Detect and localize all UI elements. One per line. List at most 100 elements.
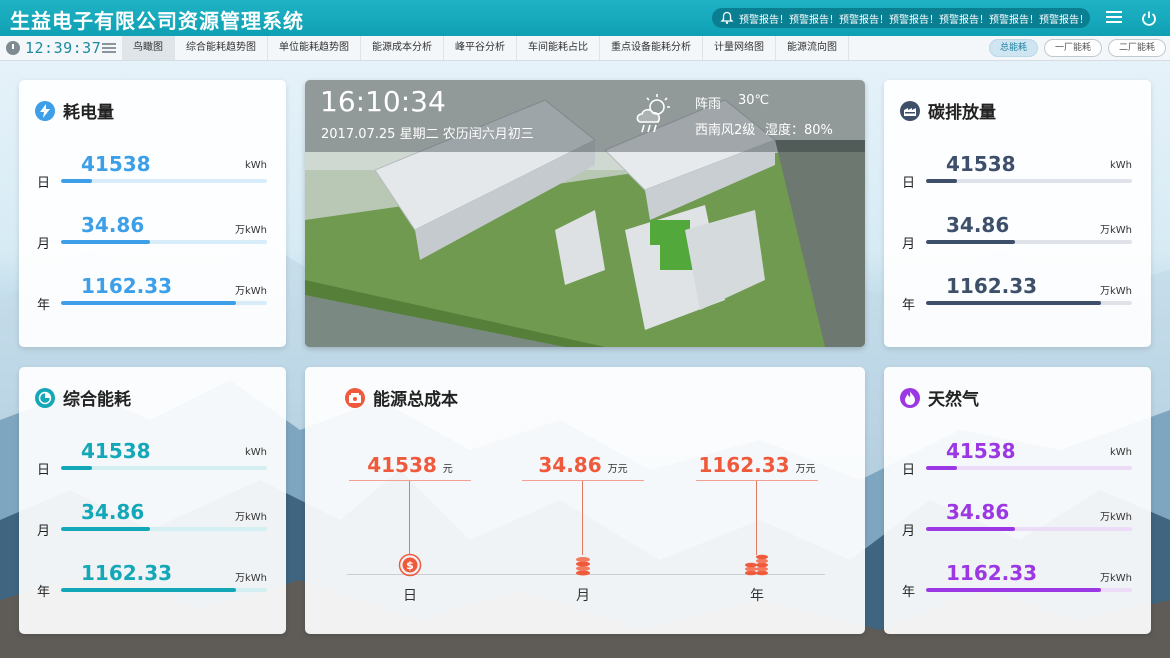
metric-row: 月 34.86 万kWh — [35, 213, 267, 253]
weather-condition: 阵雨 — [695, 97, 722, 112]
metric-label: 年 — [902, 585, 916, 600]
metric-unit: 万kWh — [234, 286, 267, 297]
metric-unit: kWh — [244, 160, 267, 171]
progress-fill — [61, 527, 150, 531]
menu-icon[interactable] — [1106, 11, 1122, 25]
progress-track — [926, 466, 1132, 470]
card-title: 综合能耗 — [63, 390, 131, 410]
campus-aerial-view[interactable]: 16:10:34 2017.07.25 星期二 农历闰六月初三 阵雨 30℃ 西… — [305, 80, 865, 347]
card-title: 碳排放量 — [928, 103, 996, 123]
metric-unit: 万kWh — [234, 225, 267, 236]
coin-stack-icon — [576, 557, 590, 576]
energy-card: 综合能耗 日 41538 kWh 月 34.86 万kWh 年 1162.33 … — [19, 367, 286, 634]
app-header: 生益电子有限公司资源管理系统 预警报告！预警报告！预警报告！预警报告！预警报告！… — [0, 0, 1170, 36]
progress-track — [926, 240, 1132, 244]
wind: 西南风2级 — [695, 123, 756, 138]
cost-value: 34.86 — [538, 453, 602, 477]
metric-value: 1162.33 — [81, 561, 173, 585]
metric-label: 月 — [37, 237, 51, 252]
progress-fill — [926, 588, 1102, 592]
progress-fill — [61, 179, 92, 183]
coin-stacks-icon — [745, 554, 768, 576]
total-energy-button[interactable]: 总能耗 — [988, 39, 1038, 57]
metric-row: 日 41538 kWh — [35, 152, 267, 192]
metric-unit: kWh — [244, 447, 267, 458]
metric-row: 日 41538 kWh — [900, 439, 1132, 479]
metric-row: 年 1162.33 万kWh — [35, 561, 267, 601]
clock-icon — [6, 41, 20, 55]
metric-unit: 万kWh — [1099, 225, 1132, 236]
cost-unit: 万元 — [607, 464, 628, 475]
progress-track — [61, 179, 267, 183]
metric-value: 34.86 — [946, 213, 1010, 237]
tab-cost-analysis[interactable]: 能源成本分析 — [361, 36, 444, 60]
tab-key-equipment[interactable]: 重点设备能耗分析 — [600, 36, 703, 60]
alert-text: 预警报告！预警报告！预警报告！预警报告！预警报告！预警报告！预警报告！ — [739, 14, 1089, 26]
metric-row: 月 34.86 万kWh — [900, 213, 1132, 253]
metric-row: 日 41538 kWh — [35, 439, 267, 479]
clock-display: 16:10:34 — [320, 85, 446, 118]
money-icon — [345, 387, 365, 408]
metric-value: 41538 — [946, 439, 1016, 463]
progress-fill — [61, 301, 237, 305]
progress-track — [926, 588, 1132, 592]
metric-label: 年 — [902, 298, 916, 313]
pie-icon — [35, 387, 55, 408]
metric-label: 月 — [37, 524, 51, 539]
list-icon[interactable] — [102, 43, 116, 55]
progress-fill — [926, 527, 1015, 531]
metric-label: 月 — [902, 237, 916, 252]
progress-fill — [61, 466, 92, 470]
progress-track — [61, 466, 267, 470]
metric-label: 日 — [902, 176, 916, 191]
factory-2-button[interactable]: 二厂能耗 — [1107, 39, 1166, 57]
alert-ticker[interactable]: 预警报告！预警报告！预警报告！预警报告！预警报告！预警报告！预警报告！ — [712, 8, 1090, 28]
date-display: 2017.07.25 星期二 农历闰六月初三 — [321, 127, 534, 142]
cost-period-label: 月 — [576, 588, 590, 604]
metric-value: 1162.33 — [946, 274, 1038, 298]
factory-1-button[interactable]: 一厂能耗 — [1043, 39, 1102, 57]
power-icon[interactable] — [1141, 10, 1157, 26]
factory-switch: 总能耗 一厂能耗 二厂能耗 — [988, 39, 1166, 57]
metric-value: 41538 — [946, 152, 1016, 176]
card-title: 耗电量 — [63, 103, 114, 123]
app-title: 生益电子有限公司资源管理系统 — [10, 9, 304, 33]
tab-energy-trend[interactable]: 综合能耗趋势图 — [175, 36, 268, 60]
metric-value: 34.86 — [946, 500, 1010, 524]
metric-unit: 万kWh — [234, 512, 267, 523]
bell-icon — [720, 11, 734, 24]
card-title: 能源总成本 — [373, 390, 458, 410]
nav-tabs: 鸟瞰图 综合能耗趋势图 单位能耗趋势图 能源成本分析 峰平谷分析 车间能耗占比 … — [122, 36, 849, 60]
nav-bar: 12:39:37 鸟瞰图 综合能耗趋势图 单位能耗趋势图 能源成本分析 峰平谷分… — [0, 36, 1170, 61]
progress-track — [926, 527, 1132, 531]
tab-metering-network[interactable]: 计量网络图 — [703, 36, 776, 60]
cost-period-label: 年 — [750, 588, 764, 604]
tab-workshop-share[interactable]: 车间能耗占比 — [517, 36, 600, 60]
metric-value: 34.86 — [81, 213, 145, 237]
metric-unit: kWh — [1109, 447, 1132, 458]
progress-track — [61, 301, 267, 305]
dollar-coin-icon: $ — [398, 553, 422, 577]
progress-track — [926, 301, 1132, 305]
metric-label: 日 — [902, 463, 916, 478]
tab-bird-view[interactable]: 鸟瞰图 — [122, 36, 175, 60]
progress-track — [61, 240, 267, 244]
metric-label: 月 — [902, 524, 916, 539]
cost-unit: 万元 — [795, 464, 816, 475]
cost-unit: 元 — [442, 464, 453, 475]
metric-label: 年 — [37, 585, 51, 600]
metric-value: 1162.33 — [81, 274, 173, 298]
metric-unit: kWh — [1109, 160, 1132, 171]
metric-unit: 万kWh — [1099, 286, 1132, 297]
cost-period-label: 日 — [403, 588, 417, 604]
progress-fill — [926, 240, 1015, 244]
tab-peak-valley[interactable]: 峰平谷分析 — [444, 36, 517, 60]
progress-track — [61, 588, 267, 592]
metric-value: 34.86 — [81, 500, 145, 524]
metric-row: 月 34.86 万kWh — [35, 500, 267, 540]
cost-value: 41538 — [367, 453, 437, 477]
svg-text:$: $ — [406, 559, 414, 572]
tab-energy-flow[interactable]: 能源流向图 — [776, 36, 849, 60]
tab-unit-energy-trend[interactable]: 单位能耗趋势图 — [268, 36, 361, 60]
progress-track — [926, 179, 1132, 183]
